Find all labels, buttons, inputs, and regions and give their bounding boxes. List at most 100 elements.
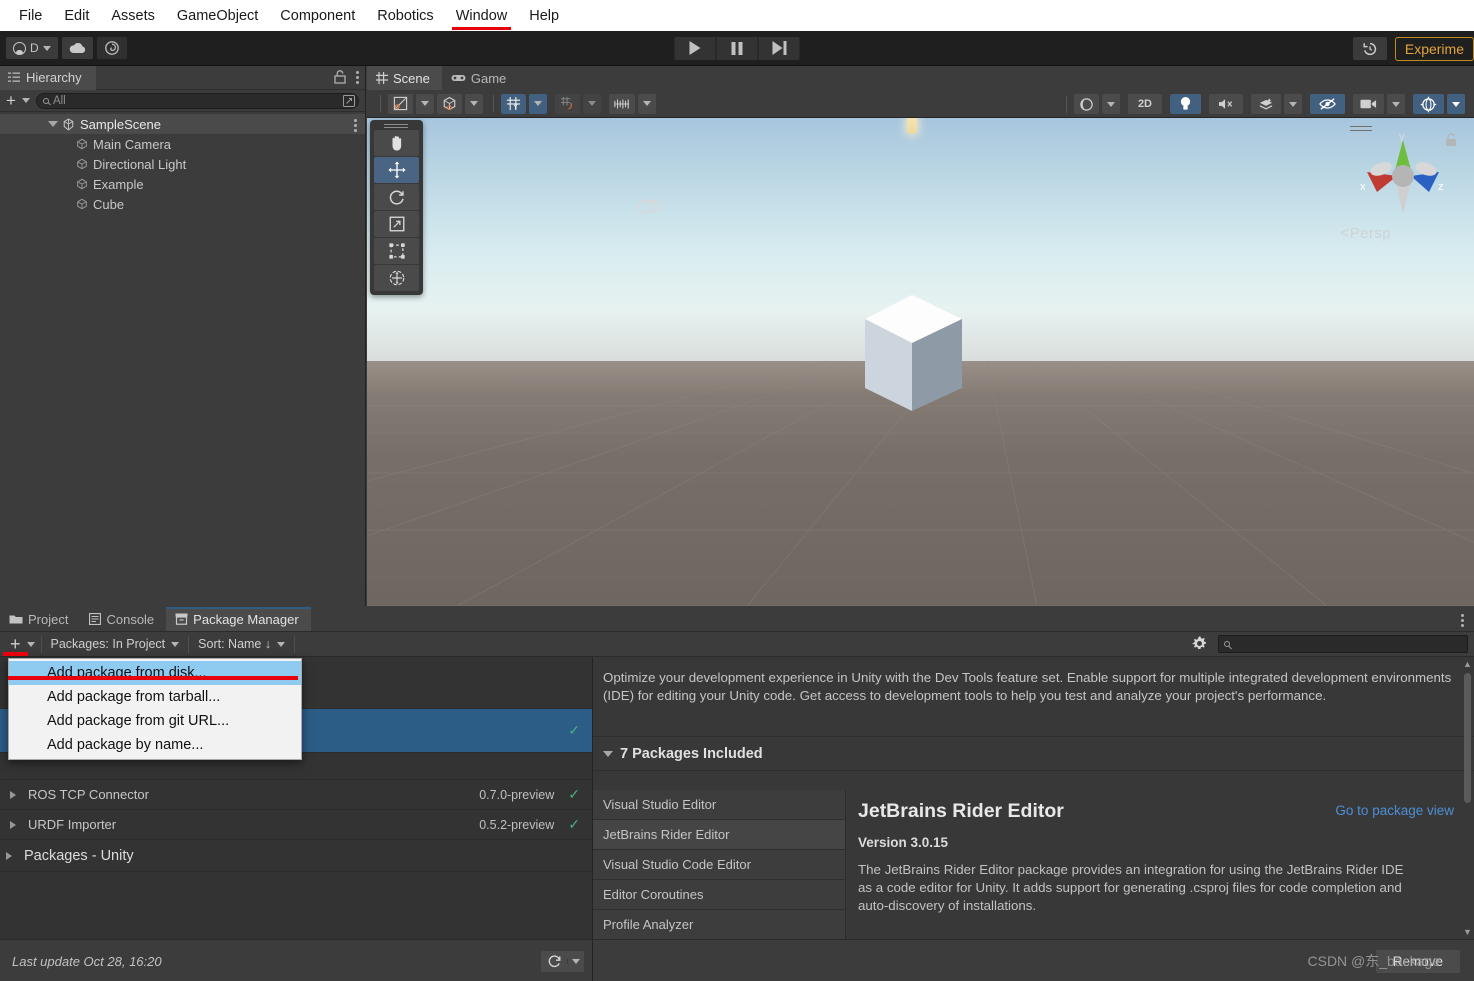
expand-arrow-icon[interactable] <box>10 790 16 799</box>
view-mode-button[interactable] <box>437 93 462 114</box>
menu-assets[interactable]: Assets <box>100 4 166 28</box>
hierarchy-add-chevron-icon[interactable] <box>21 98 30 103</box>
draw-mode-button[interactable] <box>388 93 413 114</box>
included-item-profile-analyzer[interactable]: Profile Analyzer <box>593 910 845 939</box>
hierarchy-item-cube[interactable]: Cube <box>0 194 365 214</box>
remove-package-button[interactable]: Remove <box>1375 950 1460 973</box>
menu-help[interactable]: Help <box>518 4 570 28</box>
play-button[interactable] <box>674 36 716 60</box>
bottom-dock-menu-icon[interactable] <box>1461 614 1464 627</box>
package-row-urdf-importer[interactable]: URDF Importer 0.5.2-preview ✓ <box>0 810 592 840</box>
scene-camera-button[interactable] <box>1353 94 1384 114</box>
menu-component[interactable]: Component <box>269 4 366 28</box>
package-settings-button[interactable] <box>1191 635 1208 655</box>
menu-item-add-package-by-name[interactable]: Add package by name... <box>9 733 301 757</box>
tab-console[interactable]: Console <box>80 607 166 631</box>
menu-file[interactable]: File <box>8 4 53 28</box>
scene-gizmos-button[interactable] <box>1413 94 1444 114</box>
menu-window[interactable]: Window <box>445 4 519 30</box>
palette-drag-handle[interactable] <box>384 124 408 130</box>
gizmos-sphere-dropdown[interactable] <box>1101 94 1120 114</box>
menu-gameobject[interactable]: GameObject <box>166 4 269 28</box>
snap-toggle-button[interactable] <box>555 93 580 114</box>
scene-camera-dropdown[interactable] <box>1387 94 1405 114</box>
grid-size-dropdown[interactable] <box>638 93 656 114</box>
package-detail-pane: Optimize your development experience in … <box>593 657 1474 939</box>
expand-arrow-icon[interactable] <box>6 851 12 860</box>
menu-item-add-package-from-tarball[interactable]: Add package from tarball... <box>9 685 301 709</box>
hierarchy-search-input[interactable]: All <box>35 92 359 109</box>
account-button[interactable]: D <box>6 37 58 59</box>
tab-hierarchy[interactable]: Hierarchy <box>0 65 96 90</box>
scene-orientation-gizmo[interactable]: y x z <Persp <box>1340 120 1464 250</box>
tab-game[interactable]: Game <box>442 66 518 90</box>
transform-tool-button[interactable] <box>374 265 419 291</box>
hierarchy-row-menu-icon[interactable] <box>354 119 357 132</box>
packages-included-header[interactable]: 7 Packages Included <box>593 737 1474 771</box>
snap-dropdown[interactable] <box>583 93 601 114</box>
scrollbar-thumb[interactable] <box>1464 673 1471 803</box>
tab-package-manager[interactable]: Package Manager <box>166 607 311 631</box>
package-group-packages-unity[interactable]: Packages - Unity <box>0 840 592 872</box>
menu-edit[interactable]: Edit <box>53 4 100 28</box>
hierarchy-item-samplescene[interactable]: SampleScene <box>0 114 365 134</box>
hand-tool-button[interactable] <box>374 130 419 156</box>
step-button[interactable] <box>758 36 800 60</box>
scene-fx-dropdown[interactable] <box>1284 94 1302 114</box>
detail-scrollbar[interactable]: ▲ ▼ <box>1463 659 1472 937</box>
included-item-editor-coroutines[interactable]: Editor Coroutines <box>593 880 845 910</box>
hierarchy-item-main-camera[interactable]: Main Camera <box>0 134 365 154</box>
grid-size-button[interactable] <box>609 93 635 114</box>
menu-item-add-package-from-disk[interactable]: Add package from disk... <box>9 661 301 685</box>
package-row-ros-tcp-connector[interactable]: ROS TCP Connector 0.7.0-preview ✓ <box>0 780 592 810</box>
2d-toggle-button[interactable]: 2D <box>1127 94 1162 114</box>
scene-audio-button[interactable] <box>1209 94 1243 114</box>
view-mode-dropdown[interactable] <box>465 93 483 114</box>
scroll-down-arrow-icon[interactable]: ▼ <box>1463 927 1472 937</box>
hierarchy-menu-icon[interactable] <box>356 70 359 84</box>
draw-mode-dropdown[interactable] <box>416 93 434 114</box>
grid-visibility-button[interactable]: Y <box>501 93 526 114</box>
chevron-down-icon[interactable] <box>48 121 58 127</box>
pause-button[interactable] <box>716 36 758 60</box>
undo-history-button[interactable] <box>1352 37 1387 60</box>
package-sort-dropdown[interactable]: Sort: Name ↓ <box>189 634 294 655</box>
hierarchy-item-example[interactable]: Example <box>0 174 365 194</box>
package-search-input[interactable] <box>1218 635 1468 653</box>
included-item-visual-studio-editor[interactable]: Visual Studio Editor <box>593 790 845 820</box>
expand-arrow-icon[interactable] <box>10 820 16 829</box>
included-item-visual-studio-code-editor[interactable]: Visual Studio Code Editor <box>593 850 845 880</box>
search-filter-icon[interactable] <box>343 94 355 107</box>
collab-button[interactable] <box>96 37 127 59</box>
hierarchy-add-button[interactable]: + <box>6 92 16 109</box>
hierarchy-item-directional-light[interactable]: Directional Light <box>0 154 365 174</box>
tab-scene[interactable]: Scene <box>367 66 442 90</box>
cloud-button[interactable] <box>61 37 93 59</box>
perspective-mode-label[interactable]: <Persp <box>1340 225 1391 243</box>
experimental-badge[interactable]: Experime <box>1394 36 1474 61</box>
scene-viewport[interactable]: y x z <Persp <box>367 118 1474 606</box>
scale-tool-button[interactable] <box>374 211 419 237</box>
grid-dropdown[interactable] <box>529 93 547 114</box>
refresh-dropdown[interactable] <box>567 958 584 964</box>
menu-item-add-package-from-git-url[interactable]: Add package from git URL... <box>9 709 301 733</box>
go-to-package-view-link[interactable]: Go to package view <box>1335 803 1454 818</box>
scene-fx-button[interactable] <box>1251 94 1281 114</box>
lock-icon[interactable] <box>334 70 346 84</box>
scene-cube-object[interactable] <box>852 293 972 418</box>
tab-project[interactable]: Project <box>0 607 80 631</box>
refresh-button[interactable] <box>541 950 584 972</box>
gizmo-axes[interactable]: y x z <box>1349 124 1459 229</box>
gameobject-icon <box>77 178 87 190</box>
included-item-jetbrains-rider-editor[interactable]: JetBrains Rider Editor <box>593 820 845 850</box>
package-filter-dropdown[interactable]: Packages: In Project <box>42 634 189 655</box>
scroll-up-arrow-icon[interactable]: ▲ <box>1463 659 1472 669</box>
gizmos-sphere-button[interactable] <box>1073 94 1099 114</box>
menu-robotics[interactable]: Robotics <box>366 4 444 28</box>
rect-tool-button[interactable] <box>374 238 419 264</box>
scene-visibility-button[interactable] <box>1310 94 1345 114</box>
scene-lighting-button[interactable] <box>1170 94 1201 114</box>
move-tool-button[interactable] <box>374 157 419 183</box>
rotate-tool-button[interactable] <box>374 184 419 210</box>
scene-gizmos-dropdown[interactable] <box>1447 94 1465 114</box>
